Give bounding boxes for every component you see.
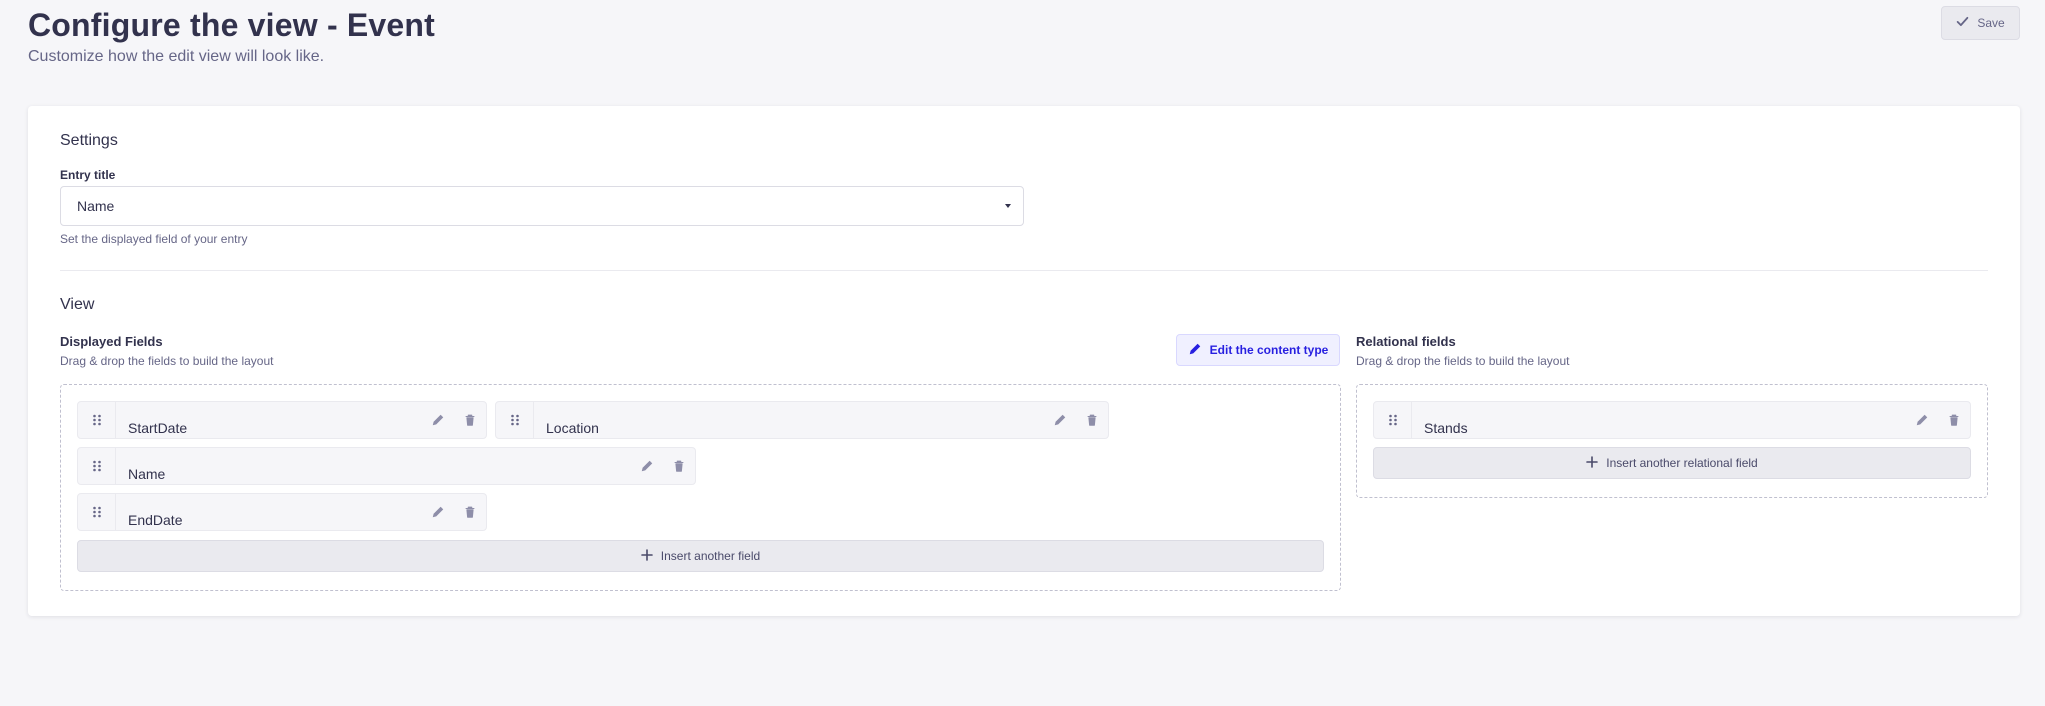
- displayed-fields-hint: Drag & drop the fields to build the layo…: [60, 354, 274, 368]
- relational-fields-hint: Drag & drop the fields to build the layo…: [1356, 354, 1570, 368]
- field-location[interactable]: Location: [495, 401, 1109, 439]
- insert-field-label: Insert another field: [660, 549, 761, 563]
- entry-title-label: Entry title: [60, 168, 116, 182]
- pencil-icon: [1188, 342, 1202, 359]
- displayed-fields-dropzone: StartDate Location Name EndDate Insert a…: [60, 384, 1341, 591]
- entry-title-hint: Set the displayed field of your entry: [60, 232, 248, 246]
- drag-handle-icon[interactable]: [78, 448, 116, 484]
- page-title: Configure the view - Event: [28, 7, 436, 43]
- plus-icon: [640, 548, 653, 564]
- trash-icon[interactable]: [462, 504, 478, 520]
- relational-fields-title: Relational fields: [1356, 334, 1456, 349]
- field-name: Location: [546, 420, 599, 436]
- relational-fields-dropzone: Stands Insert another relational field: [1356, 384, 1988, 498]
- drag-handle-icon[interactable]: [78, 494, 116, 530]
- field-stands[interactable]: Stands: [1373, 401, 1971, 439]
- settings-title: Settings: [60, 132, 118, 149]
- save-button-label: Save: [1977, 16, 2005, 30]
- field-startdate[interactable]: StartDate: [77, 401, 487, 439]
- pencil-icon[interactable]: [430, 504, 446, 520]
- edit-content-type-label: Edit the content type: [1209, 343, 1329, 357]
- field-name: Stands: [1424, 420, 1468, 436]
- trash-icon[interactable]: [671, 458, 687, 474]
- pencil-icon[interactable]: [1914, 412, 1930, 428]
- field-name-row[interactable]: Name: [77, 447, 696, 485]
- field-name: EndDate: [128, 512, 183, 528]
- field-name: StartDate: [128, 420, 188, 436]
- configure-view-card: Settings Entry title Name Set the displa…: [28, 106, 2020, 616]
- trash-icon[interactable]: [1946, 412, 1962, 428]
- caret-down-icon: [1005, 204, 1011, 208]
- drag-handle-icon[interactable]: [1374, 402, 1412, 438]
- pencil-icon[interactable]: [639, 458, 655, 474]
- pencil-icon[interactable]: [1052, 412, 1068, 428]
- insert-relational-field-button[interactable]: Insert another relational field: [1373, 447, 1971, 479]
- drag-handle-icon[interactable]: [496, 402, 534, 438]
- field-name: Name: [128, 466, 166, 482]
- page-header: Configure the view - Event Customize how…: [28, 6, 435, 66]
- trash-icon[interactable]: [1084, 412, 1100, 428]
- section-divider: [60, 270, 1988, 271]
- pencil-icon[interactable]: [430, 412, 446, 428]
- insert-field-button[interactable]: Insert another field: [77, 540, 1324, 572]
- entry-title-value: Name: [77, 198, 115, 214]
- check-icon: [1956, 15, 1969, 31]
- trash-icon[interactable]: [462, 412, 478, 428]
- field-enddate[interactable]: EndDate: [77, 493, 487, 531]
- displayed-fields-title: Displayed Fields: [60, 334, 163, 349]
- edit-content-type-button[interactable]: Edit the content type: [1176, 334, 1340, 366]
- page-subtitle: Customize how the edit view will look li…: [28, 48, 325, 65]
- view-title: View: [60, 296, 95, 313]
- plus-icon: [1586, 455, 1599, 471]
- entry-title-select[interactable]: Name: [60, 186, 1024, 226]
- drag-handle-icon[interactable]: [78, 402, 116, 438]
- insert-relational-field-label: Insert another relational field: [1606, 456, 1758, 470]
- save-button[interactable]: Save: [1941, 6, 2020, 40]
